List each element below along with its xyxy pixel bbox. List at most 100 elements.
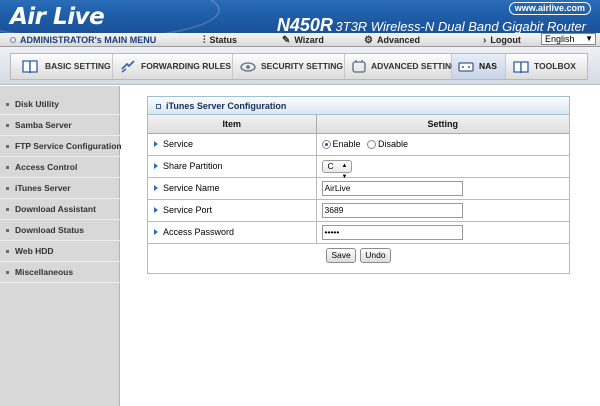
row-arrow-icon	[154, 185, 158, 191]
wizard-icon: ✎	[282, 35, 291, 46]
airlive-logo: Air Live	[10, 4, 105, 30]
language-select[interactable]: English ▼	[541, 33, 596, 45]
service-disable-radio[interactable]	[367, 140, 377, 149]
service-port-input[interactable]: 3689	[321, 202, 463, 218]
row-arrow-icon	[154, 207, 158, 213]
row-label-text: Share Partition	[163, 161, 223, 171]
main-menu-bar: ADMINISTRATOR's MAIN MENU ⫶ Status ✎ Wizar…	[0, 33, 600, 47]
column-header-setting: Setting	[316, 115, 569, 134]
row-label-text: Access Password	[163, 227, 235, 237]
service-disable-label[interactable]: Disable	[378, 139, 408, 149]
model-title: N450R 3T3R Wireless-N Dual Band Gigabit …	[277, 15, 586, 33]
row-label-text: Service Name	[163, 183, 220, 193]
sidebar-item-disk-utility[interactable]: Disk Utility	[0, 94, 120, 115]
status-link[interactable]: ⫶ Status	[203, 35, 237, 46]
admin-main-menu-label: ADMINISTRATOR's MAIN MENU	[20, 35, 157, 45]
logout-icon: ›	[483, 35, 487, 46]
sidebar-item-samba-server[interactable]: Samba Server	[0, 115, 120, 136]
service-enable-radio[interactable]	[321, 140, 331, 149]
sidebar-item-itunes-server[interactable]: iTunes Server	[0, 178, 120, 199]
row-label-service-port: Service Port	[148, 199, 317, 222]
sidebar-item-download-assistant[interactable]: Download Assistant	[0, 199, 120, 220]
share-partition-value: C	[327, 160, 334, 171]
tab-security-setting[interactable]: SECURITY SETTING	[233, 54, 345, 79]
row-label-share-partition: Share Partition	[148, 155, 317, 178]
sidebar-item-label: Download Assistant	[15, 204, 96, 214]
row-label-text: Service Port	[163, 205, 213, 215]
undo-button[interactable]: Undo	[360, 247, 391, 263]
chevron-down-icon: ▼	[585, 34, 593, 43]
service-port-setting: 3689	[316, 199, 569, 222]
sidebar-item-label: Web HDD	[15, 246, 54, 256]
table-row: Service Enable Disable	[148, 133, 569, 156]
button-cell: Save Undo	[148, 243, 569, 267]
tab-basic-setting[interactable]: BASIC SETTING	[11, 54, 113, 79]
advanced-icon	[352, 60, 366, 73]
tab-toolbox[interactable]: TOOLBOX	[506, 54, 587, 79]
bullet-icon	[6, 124, 9, 127]
tab-forwarding-rules-label: FORWARDING RULES	[141, 61, 232, 71]
sidebar-item-access-control[interactable]: Access Control	[0, 157, 120, 178]
toolbox-icon	[513, 61, 529, 74]
bullet-icon	[6, 145, 9, 148]
access-password-input[interactable]: •••••	[321, 224, 463, 240]
row-label-service-name: Service Name	[148, 177, 317, 200]
admin-main-menu-link[interactable]: ADMINISTRATOR's MAIN MENU	[10, 35, 156, 45]
bullet-icon	[6, 250, 9, 253]
sidebar-item-label: Miscellaneous	[15, 267, 74, 277]
tab-nas-label: NAS	[479, 61, 497, 71]
bullet-icon	[6, 229, 9, 232]
row-label-access-password: Access Password	[148, 221, 317, 244]
row-arrow-icon	[154, 229, 158, 235]
service-name-input[interactable]: AirLive	[321, 180, 463, 196]
panel-bullet-icon	[156, 104, 161, 109]
bullet-icon	[6, 187, 9, 190]
row-label-service: Service	[148, 133, 317, 156]
table-row: Access Password •••••	[148, 221, 569, 244]
website-link[interactable]: www.airlive.com	[508, 2, 591, 15]
sidebar-item-miscellaneous[interactable]: Miscellaneous	[0, 262, 120, 283]
status-icon: ⫶	[203, 35, 206, 46]
service-enable-label[interactable]: Enable	[333, 139, 361, 149]
nas-icon	[458, 62, 474, 72]
table-row: Share Partition C ▲ ▼	[148, 155, 569, 180]
row-arrow-icon	[154, 163, 158, 169]
row-arrow-icon	[154, 141, 158, 147]
itunes-config-panel: iTunes Server Configuration Item Setting…	[147, 96, 570, 274]
nas-sidebar: Disk Utility Samba Server FTP Service Co…	[0, 86, 122, 406]
logout-link[interactable]: › Logout	[483, 35, 521, 46]
access-password-setting: •••••	[316, 221, 569, 244]
tab-basic-setting-label: BASIC SETTING	[45, 61, 111, 71]
tab-nas[interactable]: NAS	[452, 54, 506, 79]
tab-advanced-setting-label: ADVANCED SETTING	[371, 61, 458, 71]
advanced-link[interactable]: ⚙ Advanced	[364, 35, 420, 46]
sidebar-item-label: Access Control	[15, 162, 78, 172]
advanced-icon: ⚙	[364, 35, 373, 46]
bullet-icon	[6, 271, 9, 274]
tab-toolbox-label: TOOLBOX	[534, 61, 576, 71]
bullet-icon	[6, 166, 9, 169]
bullet-icon	[6, 208, 9, 211]
config-table: Item Setting Service Enable Disable Shar…	[148, 115, 569, 267]
table-header-row: Item Setting	[148, 115, 569, 134]
tab-row: BASIC SETTING FORWARDING RULES SECURITY …	[0, 47, 600, 85]
arrows-icon	[121, 60, 135, 73]
panel-title: iTunes Server Configuration	[166, 101, 287, 111]
sidebar-item-web-hdd[interactable]: Web HDD	[0, 241, 120, 262]
tab-advanced-setting[interactable]: ADVANCED SETTING	[345, 54, 458, 79]
wizard-label: Wizard	[294, 35, 324, 45]
updown-arrow-icon: ▲ ▼	[341, 162, 348, 180]
advanced-label: Advanced	[376, 35, 420, 45]
button-row: Save Undo	[148, 243, 569, 267]
tab-forwarding-rules[interactable]: FORWARDING RULES	[113, 54, 233, 79]
sidebar-item-label: FTP Service Configuration	[15, 141, 122, 151]
table-row: Service Name AirLive	[148, 177, 569, 200]
save-button[interactable]: Save	[326, 247, 356, 263]
sidebar-item-ftp-service[interactable]: FTP Service Configuration	[0, 136, 122, 157]
sidebar-item-download-status[interactable]: Download Status	[0, 220, 120, 241]
service-setting: Enable Disable	[316, 133, 569, 156]
wizard-link[interactable]: ✎ Wizard	[282, 35, 324, 46]
share-partition-select[interactable]: C ▲ ▼	[321, 159, 352, 180]
service-name-setting: AirLive	[316, 177, 569, 200]
tab-strip: BASIC SETTING FORWARDING RULES SECURITY …	[10, 53, 588, 80]
